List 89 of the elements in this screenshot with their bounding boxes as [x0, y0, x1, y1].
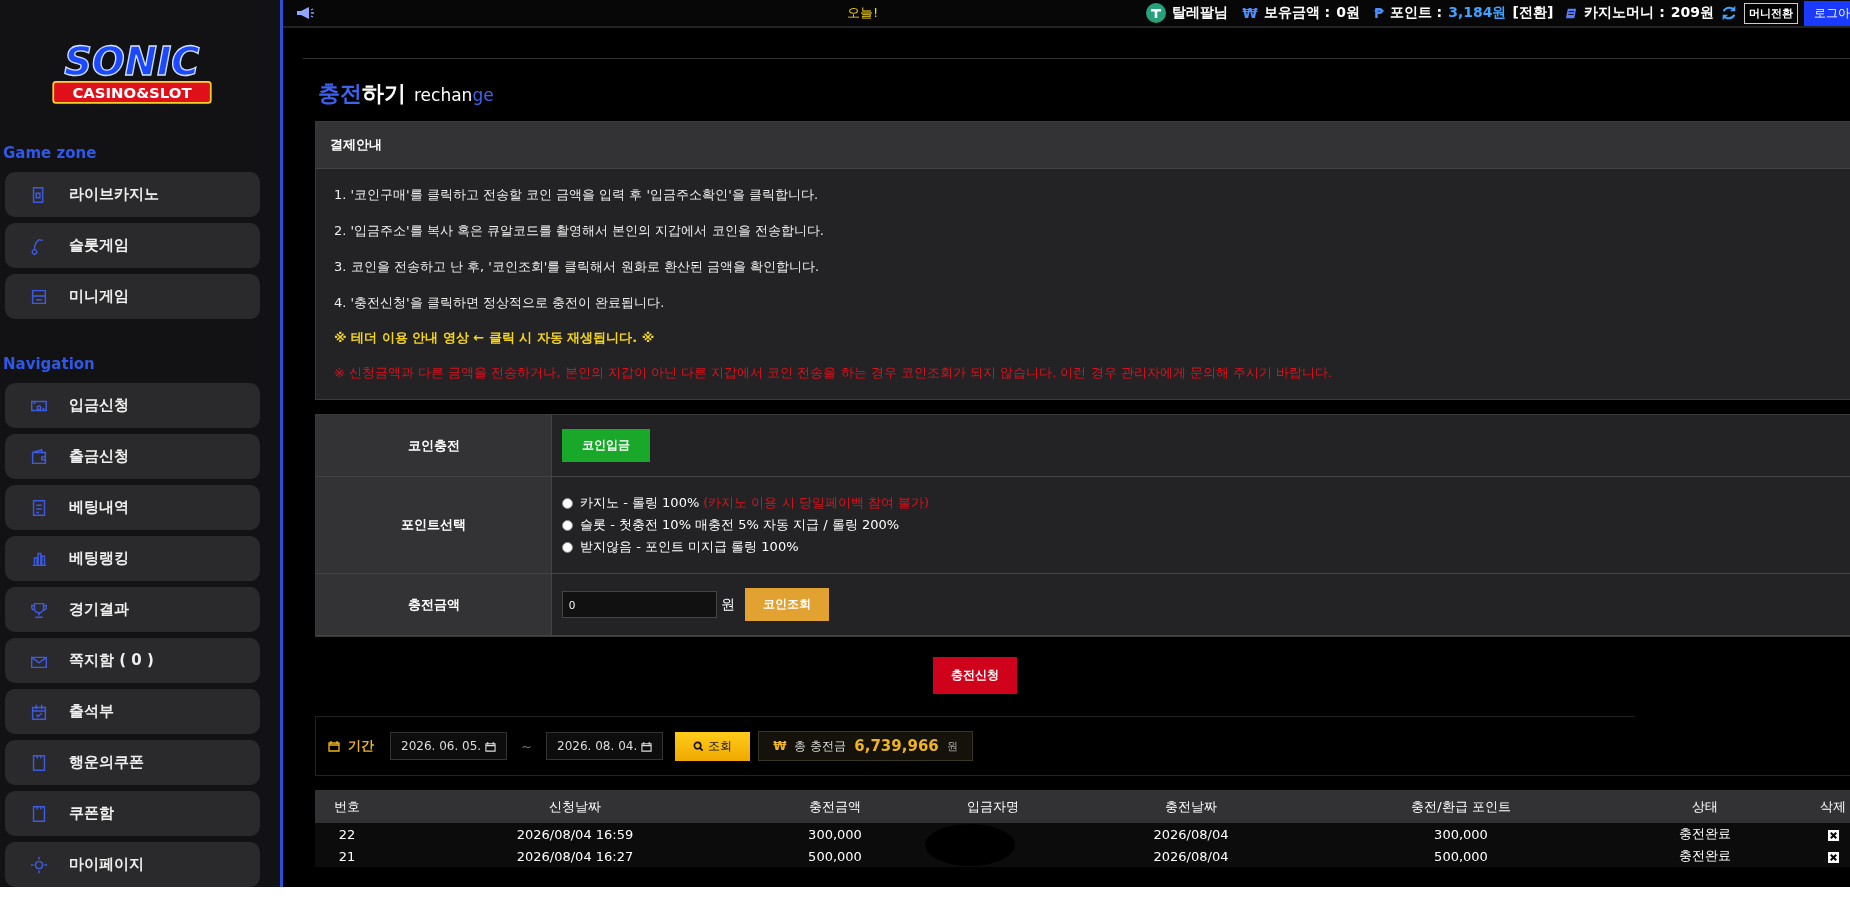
column-header: 번호: [333, 797, 361, 816]
section-heading: Game zone: [3, 144, 98, 162]
option-label: 카지노 - 롤링 100%: [580, 494, 700, 512]
sidebar-item[interactable]: 라이브카지노: [5, 172, 260, 217]
sidebar-item[interactable]: 행운의쿠폰: [5, 740, 260, 785]
search-icon: [693, 740, 705, 752]
submit-button[interactable]: 충전신청: [933, 657, 1017, 694]
table-cell-text: 500,000: [807, 848, 863, 864]
balance-label: 보유금액 :: [1263, 4, 1331, 22]
option-label: 받지않음 - 포인트 미지급 롤링 100%: [580, 538, 799, 556]
unit-label: 원: [946, 738, 958, 754]
unit-label: 원: [721, 595, 735, 614]
option-note: (카지노 이용 시 당일페이백 참여 불가): [703, 494, 930, 512]
table-cell-text: 2026/08/04: [1152, 848, 1230, 864]
table-cell-text: 22: [337, 826, 357, 842]
delete-icon[interactable]: [1827, 829, 1839, 841]
column-header: 충전금액: [808, 797, 862, 816]
sidebar-item[interactable]: 출석부: [5, 689, 260, 734]
convert-link[interactable]: [전환]: [1512, 4, 1554, 22]
sidebar-item[interactable]: 베팅내역: [5, 485, 260, 530]
coin-icon: [1146, 3, 1167, 23]
range-separator: ~: [521, 738, 533, 754]
section-heading: Navigation: [3, 355, 96, 373]
form-label: 포인트선택: [316, 477, 552, 574]
form-label: 충전금액: [316, 574, 552, 636]
sidebar-item[interactable]: 슬롯게임: [5, 223, 260, 268]
warning-text: ※ 신청금액과 다른 금액을 전송하거나, 본인의 지갑이 아닌 다른 지갑에서 코인 전송을 하는 경우 코인조회가 되지 않습니다. 이런 경우 관리자에게 문의해 주시기 바랍니다.: [334, 364, 1334, 382]
balance-value: 209원: [1670, 4, 1714, 22]
table-cell-text: 충전완료: [1678, 825, 1732, 843]
wallet-icon: [29, 446, 49, 467]
money-convert-button[interactable]: 머니전환: [1744, 2, 1798, 24]
column-header: 삭제: [1819, 797, 1847, 816]
column-header: 충전/환급 포인트: [1410, 797, 1512, 816]
delete-icon[interactable]: [1827, 851, 1839, 863]
option-label: 슬롯 - 첫충전 10% 매충전 5% 자동 지급 / 롤링 200%: [580, 516, 900, 534]
table-cell-text: 300,000: [807, 826, 863, 842]
amount-field[interactable]: 0: [562, 591, 717, 618]
column-header: 충전날짜: [1164, 797, 1218, 816]
sidebar-item[interactable]: 베팅랭킹: [5, 536, 260, 581]
instruction-text: 1. '코인구매'를 클릭하고 전송할 코인 금액을 입력 후 '입금주소확인'을 클릭합니다.: [334, 186, 820, 204]
panel-header: 결제안내: [316, 122, 1850, 169]
form-label: 코인충전: [316, 415, 552, 477]
sidebar-item[interactable]: 경기결과: [5, 587, 260, 632]
sidebar-item[interactable]: 쿠폰함: [5, 791, 260, 836]
calendar-icon: [641, 740, 653, 752]
notice-text: 오늘!: [847, 4, 879, 22]
calendar-icon: [328, 740, 340, 752]
balance-label: 포인트 :: [1389, 4, 1443, 22]
video-link[interactable]: ※ 테더 이용 안내 영상 ← 클릭 시 자동 재생됩니다. ※: [334, 321, 1850, 355]
date-field[interactable]: 2026. 06. 05.: [390, 732, 508, 760]
logo[interactable]: SONIC CASINO&SLOT: [12, 38, 252, 108]
balance-value: 3,184원: [1448, 4, 1507, 22]
balance-label: 카지노머니 :: [1584, 4, 1665, 22]
currency-symbol: ₱: [1373, 5, 1384, 21]
table-cell-text: 충전완료: [1678, 847, 1732, 865]
currency-symbol: ₩: [1242, 5, 1258, 21]
table-cell-text: 2026/08/04 16:27: [515, 848, 635, 864]
refresh-icon[interactable]: [1720, 4, 1738, 22]
total-value: 6,739,966: [854, 737, 939, 755]
search-button[interactable]: 조회: [675, 731, 751, 761]
radio-button[interactable]: [562, 519, 573, 531]
sidebar-item[interactable]: 쪽지함 ( 0 ): [5, 638, 260, 683]
radio-button[interactable]: [562, 541, 573, 553]
table-cell-text: 500,000: [1433, 848, 1489, 864]
currency-symbol: ₩: [773, 739, 787, 753]
table-cell-text: 300,000: [1433, 826, 1489, 842]
sidebar-item[interactable]: 미니게임: [5, 274, 260, 319]
table-cell-text: 2026/08/04: [1152, 826, 1230, 842]
period-label: 기간: [348, 737, 374, 755]
table-cell-text: 21: [337, 848, 357, 864]
column-header: 입금자명: [966, 797, 1020, 816]
radio-button[interactable]: [562, 497, 573, 509]
calendar-icon: [485, 740, 497, 752]
megaphone-icon: [295, 5, 315, 21]
sidebar-item[interactable]: 출금신청: [5, 434, 260, 479]
sidebar-item[interactable]: 마이페이지: [5, 842, 260, 887]
instruction-text: 2. '입금주소'를 복사 혹은 큐알코드를 촬영해서 본인의 지갑에서 코인을 전송합니다.: [334, 222, 825, 240]
instruction-text: 4. '충전신청'을 클릭하면 정상적으로 충전이 완료됩니다.: [334, 294, 666, 312]
column-header: 신청날짜: [548, 797, 602, 816]
table-cell-text: 2026/08/04 16:59: [515, 826, 635, 842]
instruction-text: 3. 코인을 전송하고 난 후, '코인조회'를 클릭해서 원화로 환산된 금액을 확인합니다.: [334, 258, 821, 276]
sidebar-item[interactable]: 입금신청: [5, 383, 260, 428]
logout-button[interactable]: 로그아: [1804, 0, 1850, 26]
date-field[interactable]: 2026. 08. 04.: [546, 732, 664, 760]
column-header: 상태: [1691, 797, 1719, 816]
page-title: 충전하기 rechange: [317, 80, 495, 108]
total-label: 총 충전금: [794, 737, 847, 755]
balance-value: 0원: [1336, 4, 1360, 22]
username: 탈레팔님: [1172, 4, 1229, 22]
